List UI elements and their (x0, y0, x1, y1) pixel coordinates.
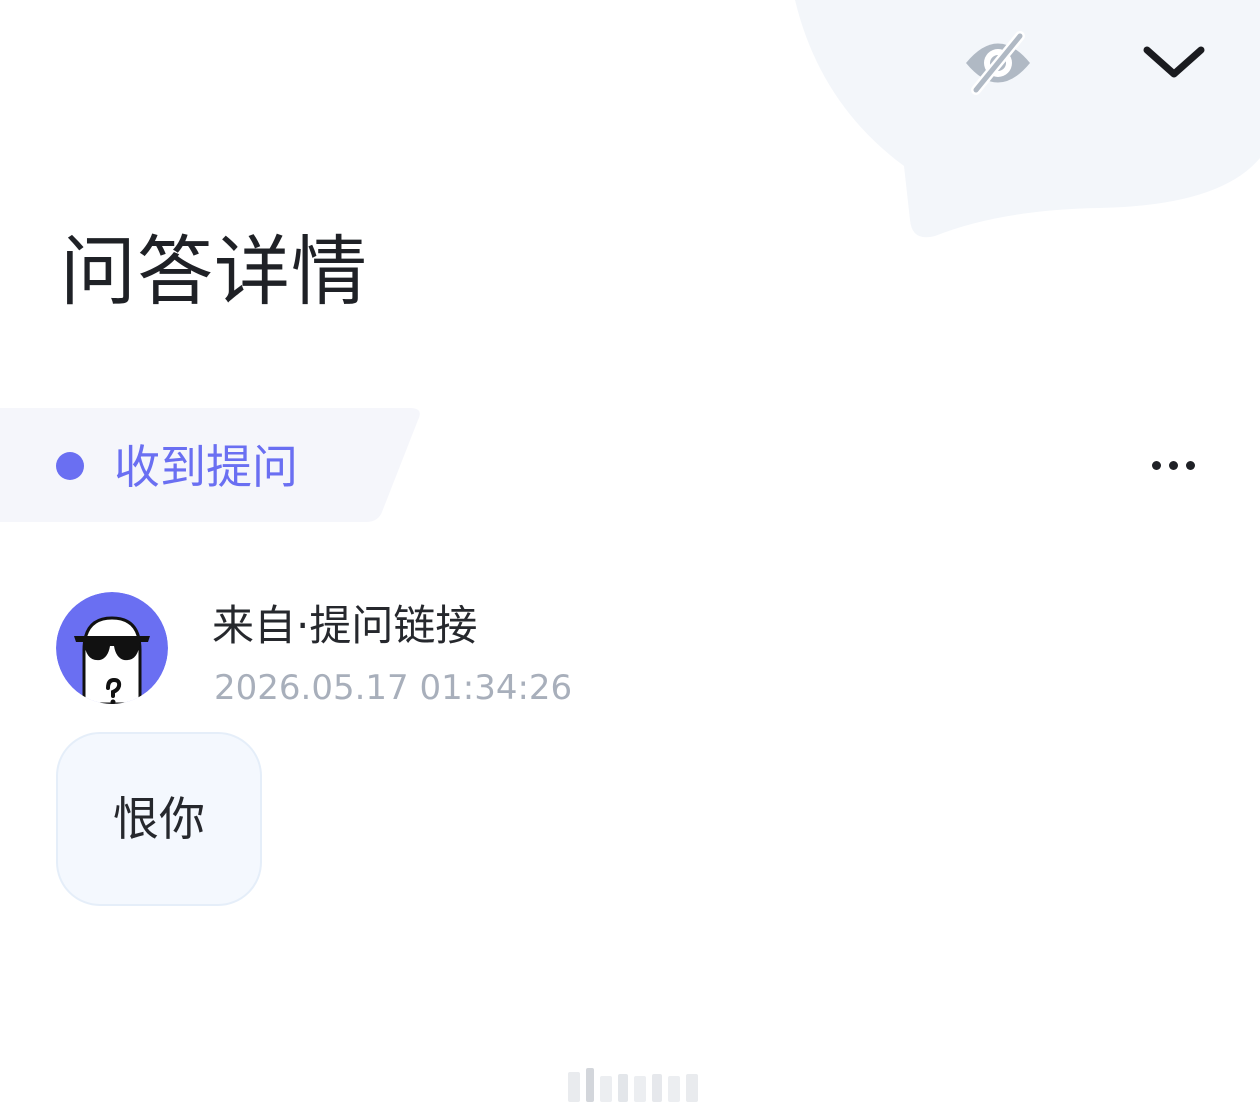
status-label: 收到提问 (114, 440, 298, 494)
question-bubble: 恨你 (56, 732, 262, 906)
chevron-down-icon (1143, 46, 1205, 78)
more-dot (1151, 460, 1161, 470)
sunglasses-ghost-avatar (56, 592, 168, 704)
question-content: 恨你 (113, 792, 205, 846)
more-dot (1168, 460, 1178, 470)
more-options-button[interactable] (1138, 442, 1208, 488)
watermark-logo (568, 1068, 698, 1102)
question-source: 来自·提问链接 (212, 601, 478, 650)
question-timestamp: 2026.05.17 01:34:26 (214, 668, 573, 708)
page-title: 问答详情 (60, 227, 368, 316)
avatar (56, 592, 168, 704)
more-dot (1185, 460, 1195, 470)
status-dot (56, 452, 84, 480)
hide-button[interactable] (958, 28, 1038, 98)
eye-off-icon (966, 31, 1030, 95)
collapse-button[interactable] (1132, 30, 1216, 94)
